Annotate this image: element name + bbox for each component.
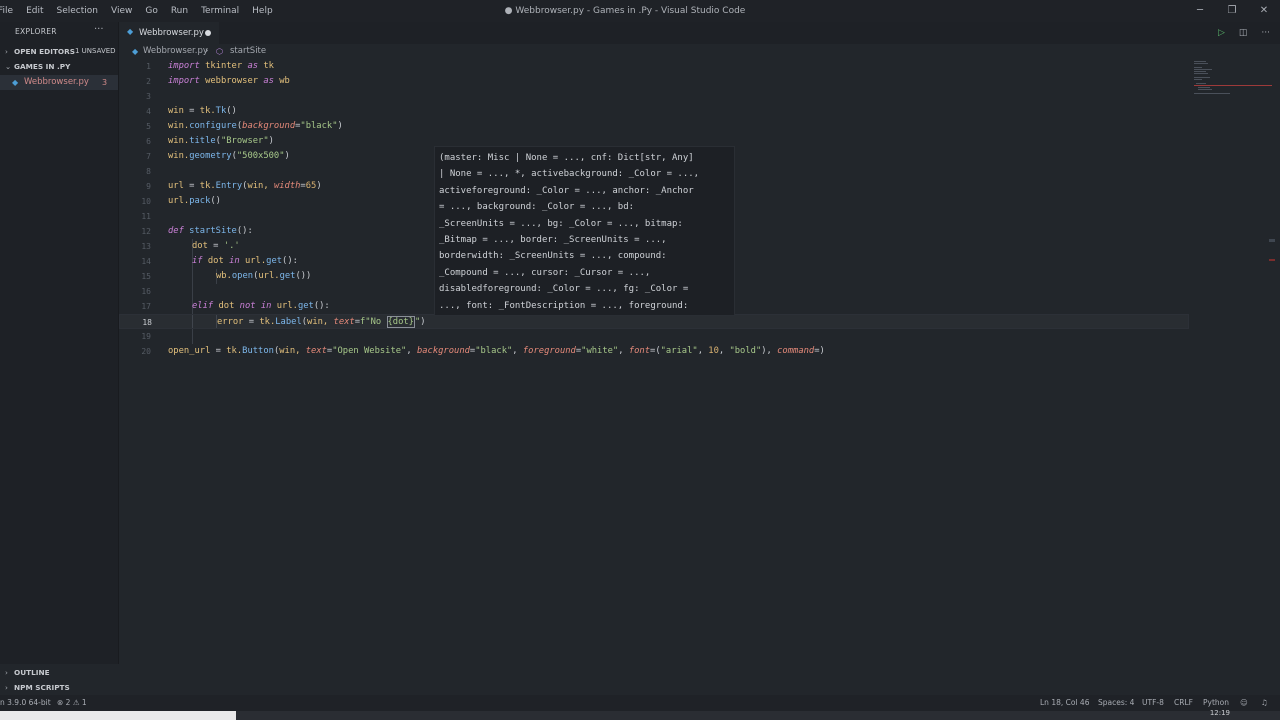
python-file-icon: ◆ xyxy=(132,47,139,56)
folder-section[interactable]: ⌄ GAMES IN .PY xyxy=(0,59,118,74)
code-line: 2 import webbrowser as wb xyxy=(146,76,290,86)
split-editor-icon[interactable]: ◫ xyxy=(1239,28,1248,38)
python-interpreter[interactable]: n 3.9.0 64-bit xyxy=(0,695,51,711)
code-line: 20 open_url = tk.Button(win, text="Open W… xyxy=(141,346,825,356)
cursor-position[interactable]: Ln 18, Col 46 xyxy=(1040,695,1089,711)
explorer-sidebar: EXPLORER ··· › OPEN EDITORS 1 UNSAVED ⌄ GA… xyxy=(0,22,119,692)
problem-count: 3 xyxy=(102,78,108,87)
code-line: 4 win = tk.Tk() xyxy=(146,106,237,116)
outline-label: OUTLINE xyxy=(14,668,50,677)
status-bar: n 3.9.0 64-bit ⊗ 2 ⚠ 1 Ln 18, Col 46 Spa… xyxy=(0,695,1280,711)
unsaved-dot-icon[interactable] xyxy=(205,30,211,36)
code-line: 19 xyxy=(141,332,151,341)
function-symbol-icon: ⬡ xyxy=(216,47,223,56)
run-icon[interactable]: ▷ xyxy=(1218,28,1225,38)
minimap[interactable] xyxy=(1189,59,1275,664)
more-actions-icon[interactable]: ··· xyxy=(1261,28,1270,38)
taskbar-clock: 12:19 xyxy=(1209,709,1230,717)
editor-actions: ▷ ◫ ··· xyxy=(1204,22,1270,44)
chevron-right-icon: › xyxy=(5,668,8,677)
close-button[interactable]: ✕ xyxy=(1248,0,1280,22)
explorer-header: EXPLORER xyxy=(15,27,57,36)
bell-icon[interactable]: ♫ xyxy=(1261,695,1268,711)
outline-section[interactable]: › OUTLINE xyxy=(0,665,118,680)
code-line: 1 import tkinter as tk xyxy=(146,61,274,71)
python-file-icon: ◆ xyxy=(12,78,19,87)
scrollbar-marker xyxy=(1269,239,1275,242)
npm-scripts-label: NPM SCRIPTS xyxy=(14,683,70,692)
line-ending[interactable]: CRLF xyxy=(1174,695,1193,711)
feedback-icon[interactable]: ☺ xyxy=(1240,695,1248,711)
breadcrumb: ◆ Webbrowser.py › ⬡ startSite xyxy=(119,44,1280,59)
open-editors-label: OPEN EDITORS xyxy=(14,47,75,56)
encoding[interactable]: UTF-8 xyxy=(1142,695,1164,711)
code-line: 5 win.configure(background="black") xyxy=(146,121,343,131)
tab-label: Webbrowser.py xyxy=(139,28,204,38)
taskbar-search[interactable] xyxy=(0,711,236,720)
minimize-button[interactable]: ─ xyxy=(1184,0,1216,22)
tab-bar: ◆ Webbrowser.py ▷ ◫ ··· xyxy=(119,22,1280,44)
npm-scripts-section[interactable]: › NPM SCRIPTS xyxy=(0,680,118,695)
problems-indicator[interactable]: ⊗ 2 ⚠ 1 xyxy=(57,695,87,711)
indentation[interactable]: Spaces: 4 xyxy=(1098,695,1134,711)
file-name: Webbrowser.py xyxy=(24,77,89,87)
breadcrumb-symbol[interactable]: startSite xyxy=(230,44,266,59)
breadcrumb-file[interactable]: Webbrowser.py xyxy=(143,44,208,59)
tab-webbrowser[interactable]: ◆ Webbrowser.py xyxy=(119,22,219,44)
more-actions-icon[interactable]: ··· xyxy=(94,24,104,35)
breadcrumb-separator: › xyxy=(205,46,209,56)
taskbar: 12:19 xyxy=(0,709,1280,720)
chevron-right-icon: › xyxy=(5,683,8,692)
open-editors-section[interactable]: › OPEN EDITORS 1 UNSAVED xyxy=(0,44,118,59)
error-marker xyxy=(1269,259,1275,261)
current-line: 18 error = tk.Label(win, text=f"No {dot}"… xyxy=(119,314,1189,329)
chevron-down-icon: ⌄ xyxy=(5,62,12,71)
title-bar: File Edit Selection View Go Run Terminal… xyxy=(0,0,1280,22)
unsaved-badge: 1 UNSAVED xyxy=(75,47,116,55)
window-controls: ─ ❐ ✕ xyxy=(1184,0,1280,22)
restore-button[interactable]: ❐ xyxy=(1216,0,1248,22)
chevron-right-icon: › xyxy=(5,47,8,56)
python-file-icon: ◆ xyxy=(127,27,134,36)
code-line: 3 xyxy=(146,92,151,101)
folder-label: GAMES IN .PY xyxy=(14,62,71,71)
signature-hover-popup: (master: Misc | None = ..., cnf: Dict[st… xyxy=(434,146,735,316)
bracket-match: {dot} xyxy=(386,316,415,328)
window-title: ● Webbrowser.py - Games in .Py - Visual … xyxy=(504,6,746,16)
file-item-webbrowser[interactable]: ◆ Webbrowser.py 3 xyxy=(0,75,118,90)
